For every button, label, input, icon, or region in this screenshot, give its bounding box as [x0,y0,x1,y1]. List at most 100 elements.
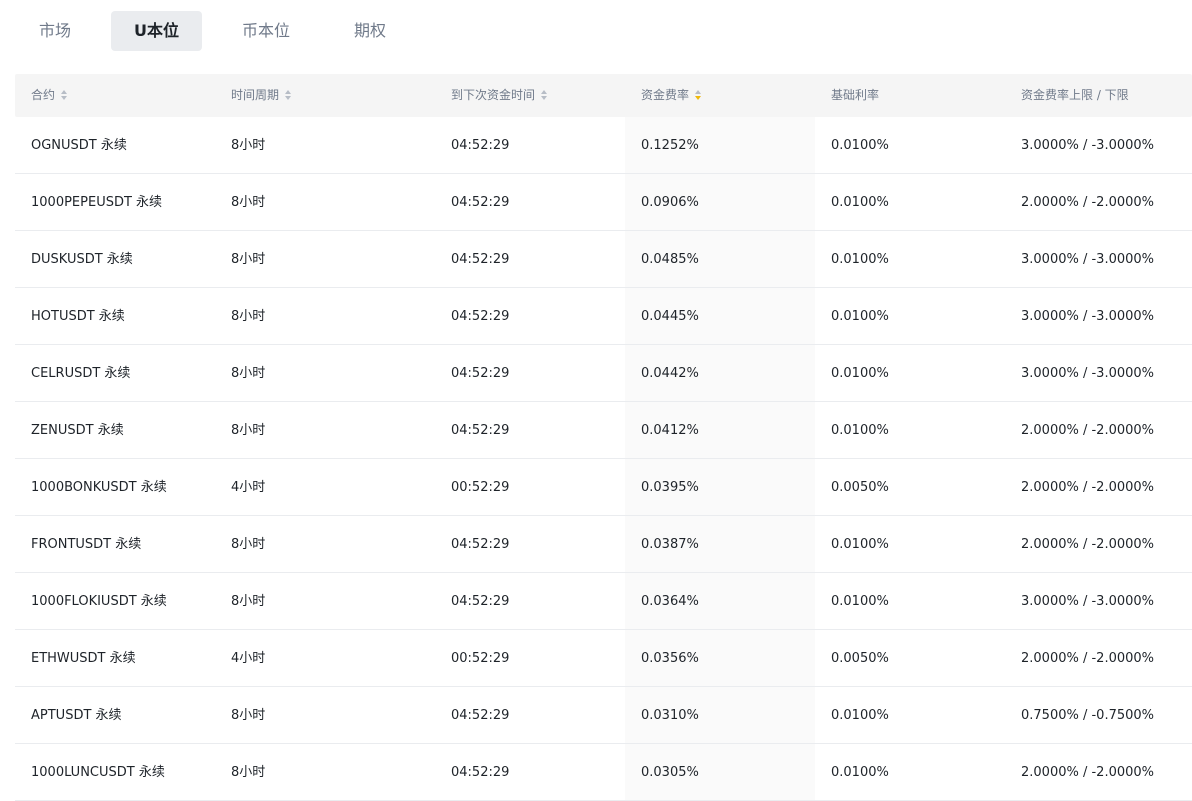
column-header-funding-rate[interactable]: 资金费率 [641,74,702,117]
cell-base-rate: 0.0100% [831,423,889,438]
cell-rate-limits: 0.7500% / -0.7500% [1021,708,1155,723]
cell-base-rate: 0.0050% [831,480,889,495]
sort-icon[interactable] [60,89,68,101]
cell-period: 4小时 [231,651,266,666]
cell-rate-limits: 2.0000% / -2.0000% [1021,765,1155,780]
cell-base-rate: 0.0100% [831,309,889,324]
cell-base-rate: 0.0100% [831,138,889,153]
sort-icon[interactable] [540,89,548,101]
cell-funding-rate: 0.0305% [641,765,699,780]
table-row[interactable]: ETHWUSDT 永续 4小时 00:52:29 0.0356% 0.0050% 2.00… [15,630,1192,687]
cell-period: 8小时 [231,138,266,153]
sort-icon[interactable] [284,89,292,101]
column-label: 合约 [31,88,56,102]
column-header-period[interactable]: 时间周期 [231,74,292,117]
cell-funding-rate: 0.0442% [641,366,699,381]
cell-funding-rate: 0.0364% [641,594,699,609]
column-header-rate-limits: 资金费率上限 / 下限 [1021,74,1129,117]
cell-base-rate: 0.0050% [831,651,889,666]
cell-base-rate: 0.0100% [831,195,889,210]
cell-contract: DUSKUSDT 永续 [31,252,133,267]
cell-base-rate: 0.0100% [831,594,889,609]
table-body: OGNUSDT 永续 8小时 04:52:29 0.1252% 0.0100% 3.000… [15,117,1192,801]
funding-rate-table: 合约 时间周期 到下次资金时间 资金费率 基础利率 资金费率上限 / 下限 OG… [15,74,1192,801]
cell-contract: ZENUSDT 永续 [31,423,124,438]
tab-usdt-margined[interactable]: U本位 [111,11,202,51]
cell-funding-rate: 0.0310% [641,708,699,723]
market-tabs: 市场 U本位 币本位 期权 [0,0,1192,62]
cell-next-funding: 04:52:29 [451,537,510,552]
cell-contract: 1000LUNCUSDT 永续 [31,765,165,780]
column-header-next-funding[interactable]: 到下次资金时间 [451,74,548,117]
cell-rate-limits: 3.0000% / -3.0000% [1021,309,1155,324]
cell-contract: CELRUSDT 永续 [31,366,131,381]
cell-rate-limits: 3.0000% / -3.0000% [1021,366,1155,381]
cell-funding-rate: 0.0387% [641,537,699,552]
table-header: 合约 时间周期 到下次资金时间 资金费率 基础利率 资金费率上限 / 下限 [15,74,1192,117]
cell-contract: 1000FLOKIUSDT 永续 [31,594,167,609]
column-header-base-rate: 基础利率 [831,74,879,117]
cell-next-funding: 04:52:29 [451,594,510,609]
cell-period: 8小时 [231,423,266,438]
table-row[interactable]: FRONTUSDT 永续 8小时 04:52:29 0.0387% 0.0100% 2.0… [15,516,1192,573]
cell-base-rate: 0.0100% [831,366,889,381]
cell-period: 8小时 [231,309,266,324]
table-row[interactable]: 1000PEPEUSDT 永续 8小时 04:52:29 0.0906% 0.0100%… [15,174,1192,231]
table-row[interactable]: APTUSDT 永续 8小时 04:52:29 0.0310% 0.0100% 0.750… [15,687,1192,744]
column-label: 资金费率 [641,88,690,102]
cell-contract: FRONTUSDT 永续 [31,537,142,552]
column-label: 时间周期 [231,88,280,102]
cell-period: 8小时 [231,537,266,552]
cell-contract: 1000BONKUSDT 永续 [31,480,167,495]
cell-base-rate: 0.0100% [831,537,889,552]
cell-funding-rate: 0.0356% [641,651,699,666]
tab-coin-margined[interactable]: 币本位 [226,11,306,51]
cell-next-funding: 04:52:29 [451,366,510,381]
cell-rate-limits: 2.0000% / -2.0000% [1021,480,1155,495]
cell-period: 8小时 [231,195,266,210]
cell-funding-rate: 0.0906% [641,195,699,210]
cell-next-funding: 00:52:29 [451,480,510,495]
cell-base-rate: 0.0100% [831,708,889,723]
tab-options[interactable]: 期权 [335,11,405,51]
tab-market[interactable]: 市场 [20,11,90,51]
table-row[interactable]: 1000LUNCUSDT 永续 8小时 04:52:29 0.0305% 0.0100%… [15,744,1192,801]
table-row[interactable]: OGNUSDT 永续 8小时 04:52:29 0.1252% 0.0100% 3.000… [15,117,1192,174]
cell-period: 4小时 [231,480,266,495]
table-row[interactable]: DUSKUSDT 永续 8小时 04:52:29 0.0485% 0.0100% 3.00… [15,231,1192,288]
cell-contract: 1000PEPEUSDT 永续 [31,195,163,210]
cell-next-funding: 04:52:29 [451,423,510,438]
cell-period: 8小时 [231,252,266,267]
cell-contract: HOTUSDT 永续 [31,309,125,324]
cell-rate-limits: 2.0000% / -2.0000% [1021,195,1155,210]
table-row[interactable]: ZENUSDT 永续 8小时 04:52:29 0.0412% 0.0100% 2.000… [15,402,1192,459]
cell-next-funding: 04:52:29 [451,195,510,210]
cell-rate-limits: 3.0000% / -3.0000% [1021,594,1155,609]
cell-next-funding: 04:52:29 [451,252,510,267]
cell-rate-limits: 2.0000% / -2.0000% [1021,423,1155,438]
table-row[interactable]: 1000BONKUSDT 永续 4小时 00:52:29 0.0395% 0.0050%… [15,459,1192,516]
cell-base-rate: 0.0100% [831,252,889,267]
cell-rate-limits: 3.0000% / -3.0000% [1021,138,1155,153]
cell-base-rate: 0.0100% [831,765,889,780]
cell-next-funding: 04:52:29 [451,138,510,153]
table-row[interactable]: 1000FLOKIUSDT 永续 8小时 04:52:29 0.0364% 0.0100… [15,573,1192,630]
cell-funding-rate: 0.1252% [641,138,699,153]
cell-next-funding: 00:52:29 [451,651,510,666]
cell-rate-limits: 2.0000% / -2.0000% [1021,537,1155,552]
cell-contract: OGNUSDT 永续 [31,138,127,153]
column-label: 基础利率 [831,88,880,102]
table-row[interactable]: CELRUSDT 永续 8小时 04:52:29 0.0442% 0.0100% 3.00… [15,345,1192,402]
column-header-contract[interactable]: 合约 [31,74,68,117]
cell-period: 8小时 [231,366,266,381]
cell-period: 8小时 [231,708,266,723]
column-label: 资金费率上限 / 下限 [1021,88,1129,102]
cell-funding-rate: 0.0412% [641,423,699,438]
sort-icon[interactable] [694,89,702,101]
cell-funding-rate: 0.0485% [641,252,699,267]
cell-rate-limits: 3.0000% / -3.0000% [1021,252,1155,267]
cell-contract: ETHWUSDT 永续 [31,651,136,666]
cell-period: 8小时 [231,765,266,780]
table-row[interactable]: HOTUSDT 永续 8小时 04:52:29 0.0445% 0.0100% 3.000… [15,288,1192,345]
cell-funding-rate: 0.0445% [641,309,699,324]
